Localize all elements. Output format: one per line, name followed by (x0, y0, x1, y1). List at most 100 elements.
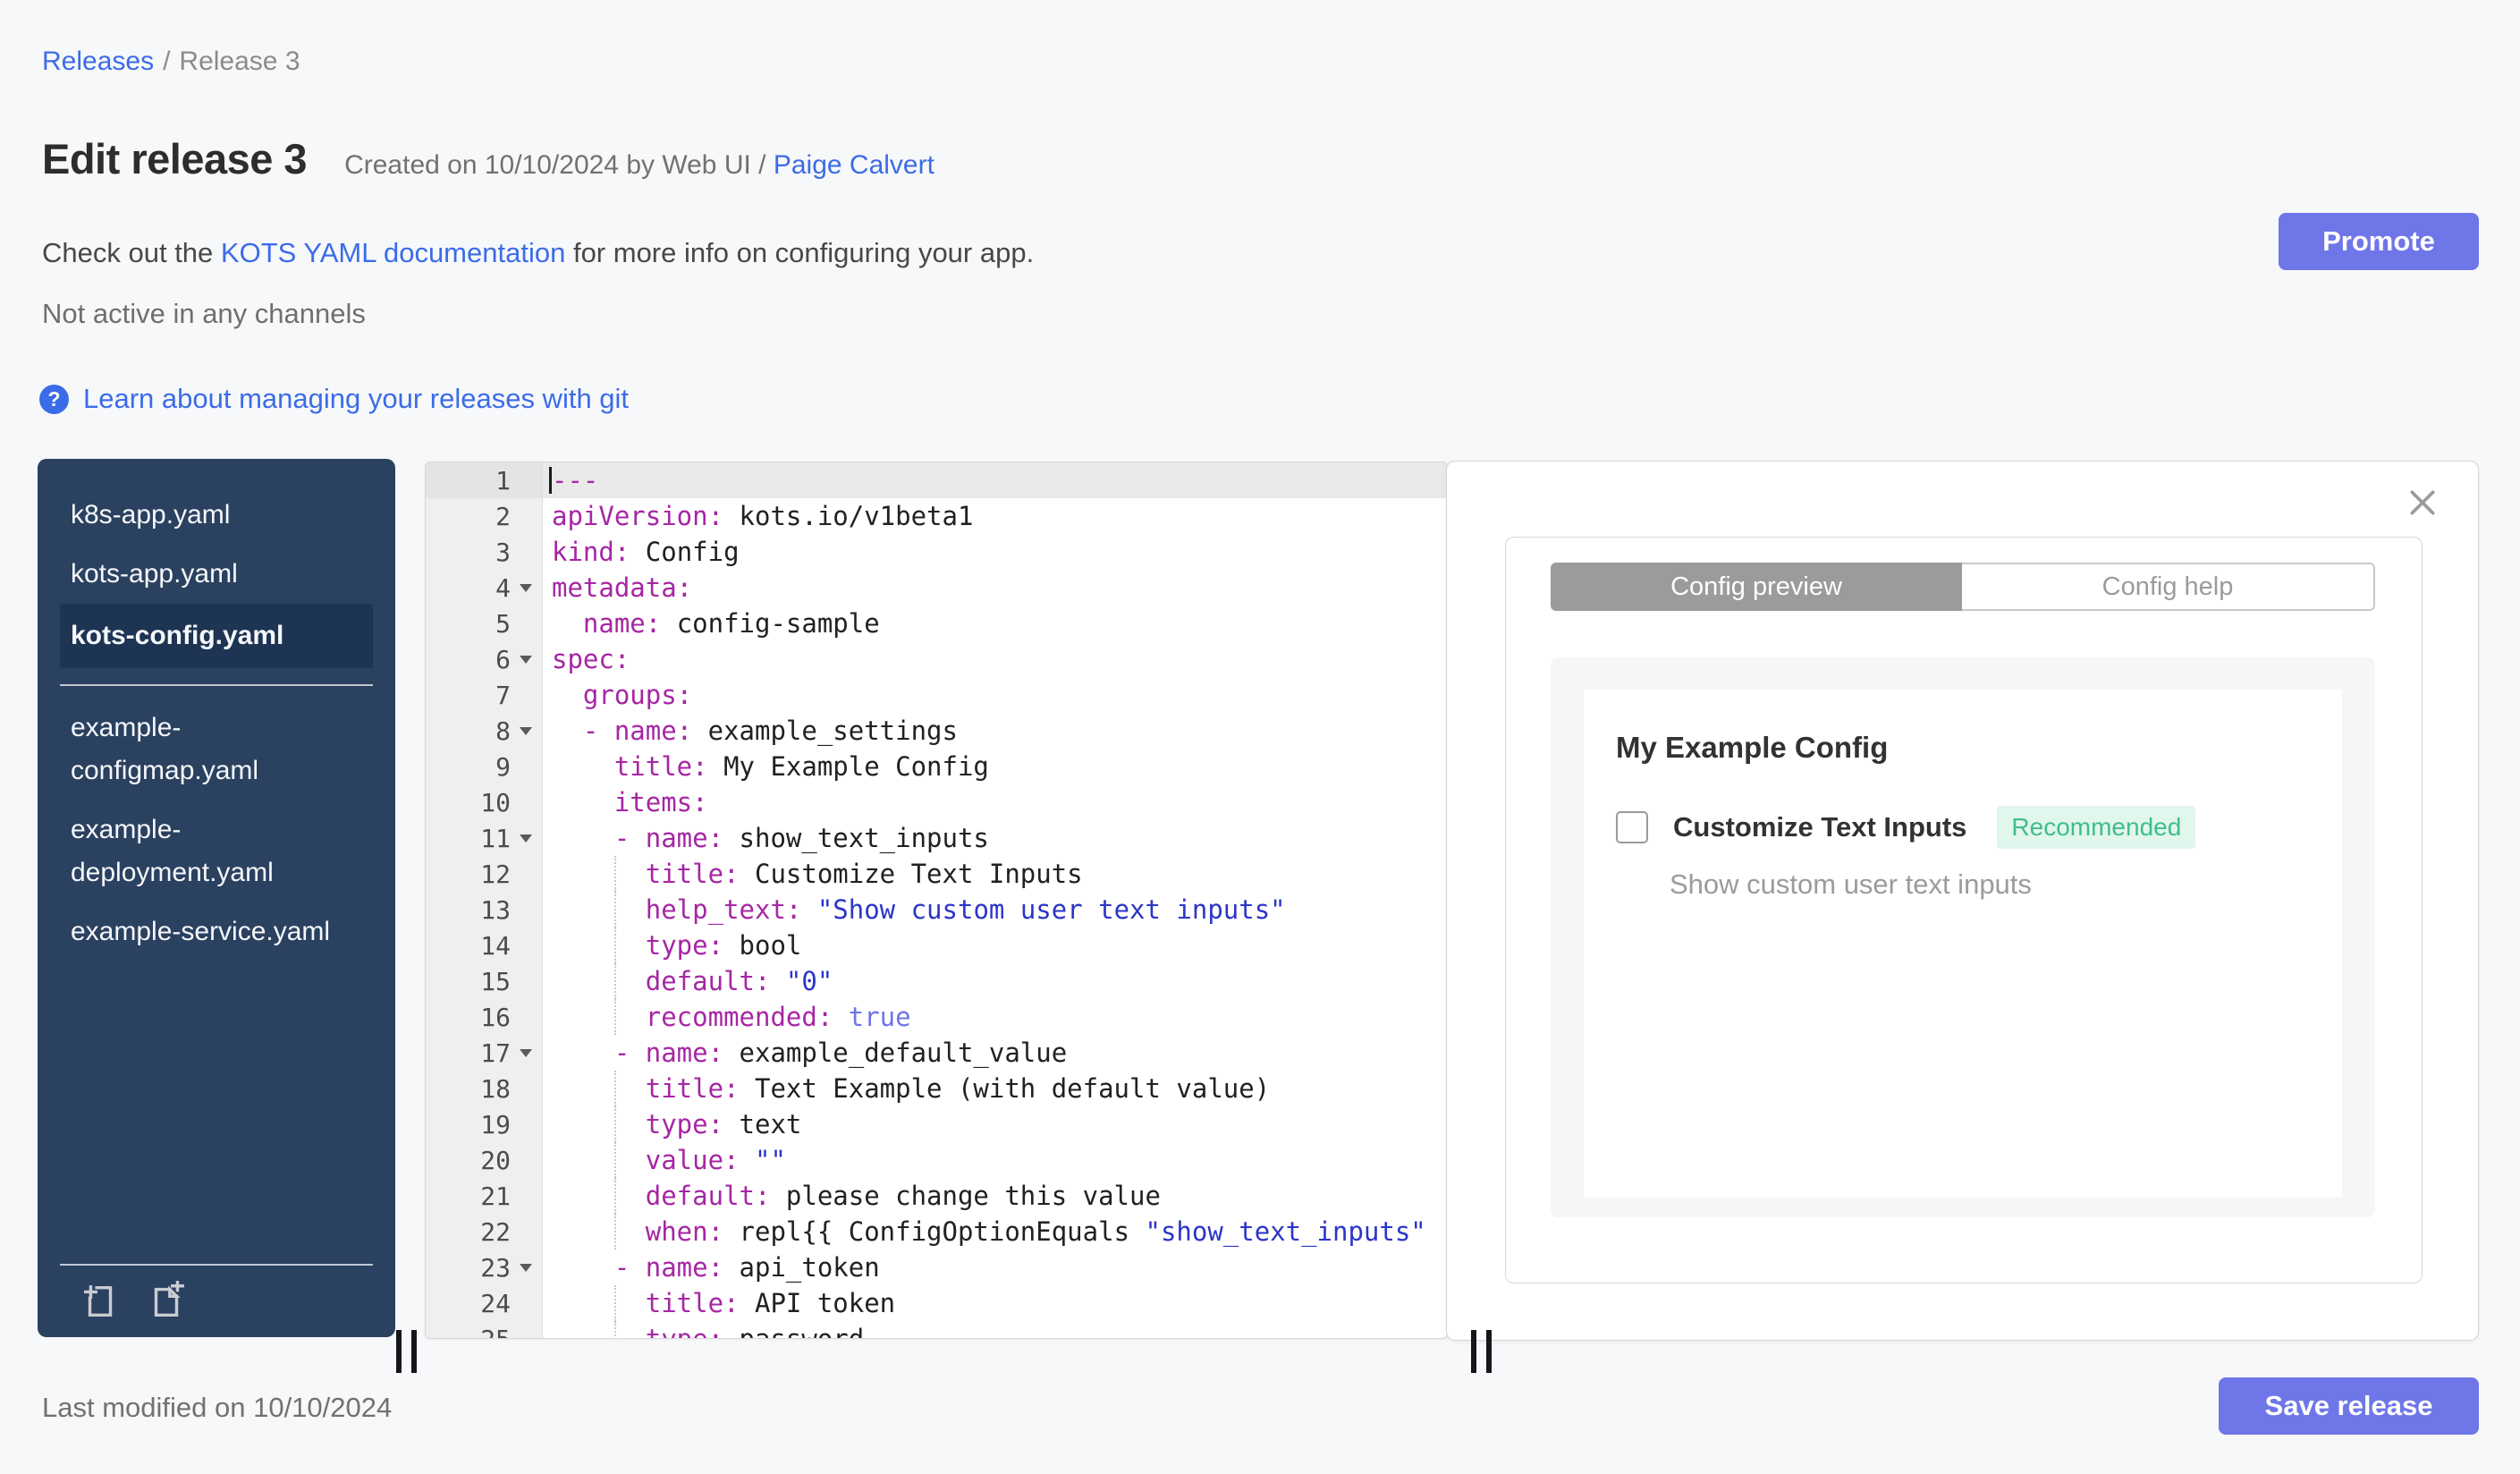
sidebar-footer (60, 1264, 373, 1337)
text-cursor (549, 467, 552, 494)
code-line-10[interactable]: 10 items: (426, 784, 1447, 820)
gutter-line-13: 13 (426, 892, 543, 928)
gutter-line-3: 3 (426, 534, 543, 570)
gutter-line-22: 22 (426, 1214, 543, 1250)
git-help-link[interactable]: Learn about managing your releases with … (83, 383, 629, 415)
created-author-link[interactable]: Paige Calvert (774, 150, 934, 180)
code-line-23[interactable]: 23 - name: api_token (426, 1250, 1447, 1285)
fold-arrow-icon[interactable] (520, 583, 532, 592)
code-line-13[interactable]: 13 help_text: "Show custom user text inp… (426, 892, 1447, 928)
code-line-12[interactable]: 12 title: Customize Text Inputs (426, 856, 1447, 892)
title-row: Edit release 3 Created on 10/10/2024 by … (42, 134, 934, 183)
code-line-25[interactable]: 25 type: password (426, 1321, 1447, 1338)
gutter-line-21: 21 (426, 1178, 543, 1214)
code-line-4[interactable]: 4 metadata: (426, 570, 1447, 606)
gutter-line-15: 15 (426, 963, 543, 999)
sidebar-file-kots-app-yaml[interactable]: kots-app.yaml (60, 545, 373, 604)
doc-prefix: Check out the (42, 237, 214, 268)
breadcrumb-releases-link[interactable]: Releases (42, 47, 154, 76)
tab-config-preview[interactable]: Config preview (1551, 563, 1962, 611)
file-sidebar: k8s-app.yaml kots-app.yaml kots-config.yam… (38, 459, 395, 1337)
code-line-18[interactable]: 18 title: Text Example (with default val… (426, 1071, 1447, 1106)
gutter-line-6: 6 (426, 641, 543, 677)
fold-arrow-icon[interactable] (520, 1263, 532, 1272)
sidebar-resize-handle[interactable] (396, 1330, 417, 1373)
sidebar-file-example-deployment-yaml[interactable]: example-deployment.yaml (60, 801, 373, 902)
breadcrumb-current: Release 3 (179, 47, 300, 76)
config-item-label: Customize Text Inputs (1673, 811, 1967, 843)
gutter-line-24: 24 (426, 1285, 543, 1321)
preview-body: My Example Config Customize Text Inputs … (1551, 657, 2375, 1217)
last-modified-text: Last modified on 10/10/2024 (42, 1392, 393, 1423)
gutter-line-17: 17 (426, 1035, 543, 1071)
preview-tabs: Config preview Config help (1551, 563, 2375, 611)
code-line-6[interactable]: 6 spec: (426, 641, 1447, 677)
code-line-7[interactable]: 7 groups: (426, 677, 1447, 713)
doc-suffix: for more info on configuring your app. (572, 237, 1035, 268)
sidebar-file-k8s-app-yaml[interactable]: k8s-app.yaml (60, 486, 373, 545)
code-line-24[interactable]: 24 title: API token (426, 1285, 1447, 1321)
file-list: k8s-app.yaml kots-app.yaml kots-config.yam… (38, 459, 395, 961)
kots-yaml-doc-link[interactable]: KOTS YAML documentation (221, 237, 565, 268)
breadcrumb: Releases / Release 3 (42, 47, 300, 77)
code-line-1[interactable]: 1 --- (426, 462, 1447, 498)
yaml-code-editor[interactable]: 1 --- 2 apiVersion: kots.io/v1beta1 3 kind: C… (425, 462, 1448, 1339)
gutter-line-5: 5 (426, 606, 543, 641)
code-line-2[interactable]: 2 apiVersion: kots.io/v1beta1 (426, 498, 1447, 534)
sidebar-file-kots-config-yaml[interactable]: kots-config.yaml (60, 604, 373, 668)
gutter-line-20: 20 (426, 1142, 543, 1178)
gutter-line-9: 9 (426, 749, 543, 784)
code-line-20[interactable]: 20 value: "" (426, 1142, 1447, 1178)
config-form: My Example Config Customize Text Inputs … (1584, 690, 2342, 1198)
promote-button[interactable]: Promote (2279, 213, 2479, 270)
fold-arrow-icon[interactable] (520, 834, 532, 843)
doc-info-line: Check out the KOTS YAML documentation fo… (42, 237, 1034, 269)
code-line-21[interactable]: 21 default: please change this value (426, 1178, 1447, 1214)
save-release-button[interactable]: Save release (2219, 1377, 2479, 1435)
git-help-row[interactable]: ? Learn about managing your releases wit… (39, 383, 629, 415)
sidebar-file-example-configmap-yaml[interactable]: example-configmap.yaml (60, 699, 373, 801)
code-line-9[interactable]: 9 title: My Example Config (426, 749, 1447, 784)
close-icon[interactable] (2405, 485, 2440, 521)
preview-resize-handle[interactable] (1471, 1330, 1492, 1373)
new-file-icon[interactable] (146, 1281, 187, 1322)
question-mark-icon: ? (39, 384, 69, 414)
code-line-8[interactable]: 8 - name: example_settings (426, 713, 1447, 749)
code-line-5[interactable]: 5 name: config-sample (426, 606, 1447, 641)
created-info: Created on 10/10/2024 by Web UI / Paige … (344, 150, 934, 181)
code-line-14[interactable]: 14 type: bool (426, 928, 1447, 963)
code-line-15[interactable]: 15 default: "0" (426, 963, 1447, 999)
code-line-22[interactable]: 22 when: repl{{ ConfigOptionEquals "show… (426, 1214, 1447, 1250)
gutter-line-11: 11 (426, 820, 543, 856)
sidebar-file-example-service-yaml[interactable]: example-service.yaml (60, 902, 373, 961)
page-title: Edit release 3 (42, 135, 308, 182)
code-line-11[interactable]: 11 - name: show_text_inputs (426, 820, 1447, 856)
fold-arrow-icon[interactable] (520, 726, 532, 735)
config-item-row: Customize Text Inputs Recommended (1616, 806, 2342, 849)
fold-arrow-icon[interactable] (520, 1048, 532, 1057)
gutter-line-7: 7 (426, 677, 543, 713)
gutter-line-2: 2 (426, 498, 543, 534)
created-text: Created on 10/10/2024 by Web UI / (344, 150, 766, 180)
code-line-19[interactable]: 19 type: text (426, 1106, 1447, 1142)
gutter-line-14: 14 (426, 928, 543, 963)
customize-text-inputs-checkbox[interactable] (1616, 811, 1648, 843)
code-line-17[interactable]: 17 - name: example_default_value (426, 1035, 1447, 1071)
recommended-badge: Recommended (1997, 806, 2196, 849)
gutter-line-18: 18 (426, 1071, 543, 1106)
fold-arrow-icon[interactable] (520, 655, 532, 664)
tab-config-help[interactable]: Config help (1962, 563, 2375, 611)
upload-file-icon[interactable] (80, 1281, 121, 1322)
channel-status: Not active in any channels (42, 298, 366, 329)
config-preview-panel: Config preview Config help My Example Con… (1446, 461, 2479, 1341)
code-line-3[interactable]: 3 kind: Config (426, 534, 1447, 570)
gutter-line-12: 12 (426, 856, 543, 892)
gutter-line-1: 1 (426, 462, 543, 498)
release-editor-page: Releases / Release 3 Edit release 3 Create… (0, 0, 2520, 1474)
breadcrumb-separator: / (163, 47, 171, 76)
gutter-line-23: 23 (426, 1250, 543, 1285)
preview-card: Config preview Config help My Example Con… (1505, 537, 2423, 1283)
gutter-line-8: 8 (426, 713, 543, 749)
code-line-16[interactable]: 16 recommended: true (426, 999, 1447, 1035)
gutter-line-19: 19 (426, 1106, 543, 1142)
